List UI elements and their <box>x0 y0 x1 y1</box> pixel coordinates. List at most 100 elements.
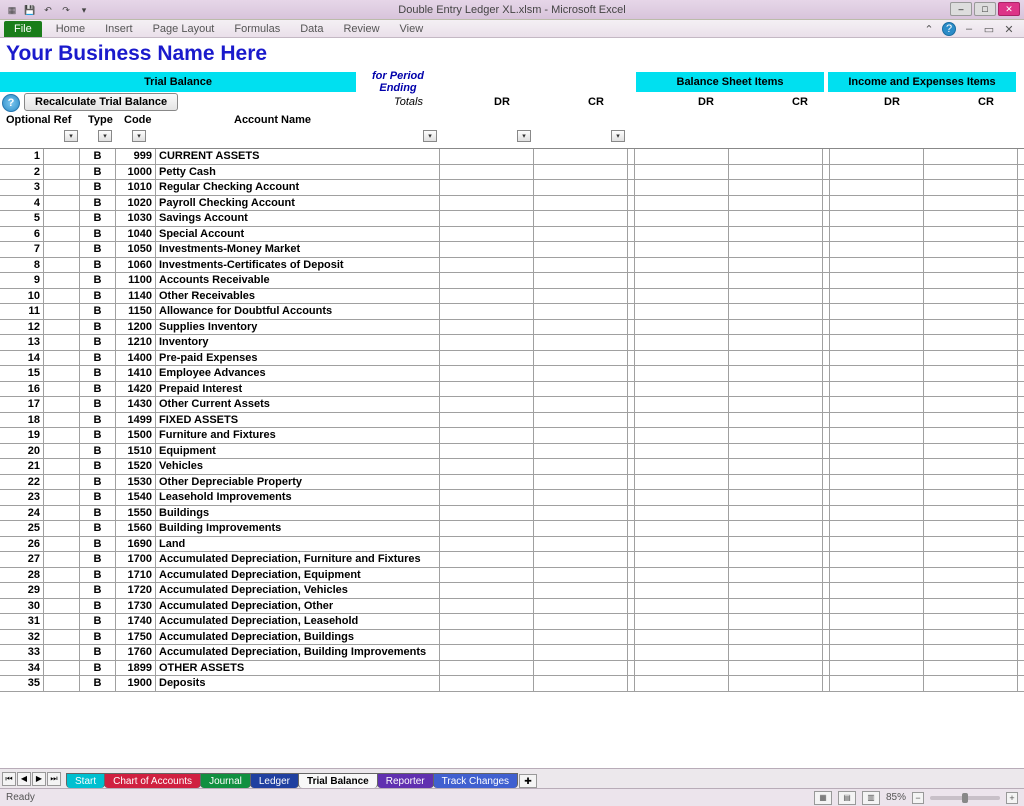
cell-type[interactable]: B <box>80 475 116 490</box>
cell-cr[interactable] <box>534 242 628 257</box>
cell-code[interactable]: 1899 <box>116 661 156 676</box>
save-icon[interactable]: 💾 <box>22 2 38 18</box>
cell-bs-cr[interactable] <box>729 568 823 583</box>
cell-dr[interactable] <box>440 537 534 552</box>
cell-account-name[interactable]: FIXED ASSETS <box>156 413 440 428</box>
cell-code[interactable]: 1520 <box>116 459 156 474</box>
undo-icon[interactable]: ↶ <box>40 2 56 18</box>
cell-ref[interactable] <box>44 490 80 505</box>
ribbon-tab-pagelayout[interactable]: Page Layout <box>143 21 225 37</box>
cell-bs-dr[interactable] <box>635 242 729 257</box>
cell-ref[interactable] <box>44 366 80 381</box>
cell-bs-dr[interactable] <box>635 490 729 505</box>
cell-ie-dr[interactable] <box>830 165 924 180</box>
cell-account-name[interactable]: Petty Cash <box>156 165 440 180</box>
cell-ie-cr[interactable] <box>924 552 1018 567</box>
cell-type[interactable]: B <box>80 196 116 211</box>
ribbon-tab-view[interactable]: View <box>390 21 434 37</box>
cell-bs-cr[interactable] <box>729 258 823 273</box>
cell-bs-dr[interactable] <box>635 165 729 180</box>
cell-bs-cr[interactable] <box>729 180 823 195</box>
cell-ie-cr[interactable] <box>924 506 1018 521</box>
table-row[interactable]: 21B1520Vehicles <box>0 459 1024 475</box>
worksheet[interactable]: Your Business Name Here Trial Balance fo… <box>0 38 1024 768</box>
cell-type[interactable]: B <box>80 645 116 660</box>
cell-bs-cr[interactable] <box>729 227 823 242</box>
cell-ie-cr[interactable] <box>924 273 1018 288</box>
sheet-tab-start[interactable]: Start <box>66 773 105 788</box>
cell-type[interactable]: B <box>80 413 116 428</box>
table-row[interactable]: 27B1700Accumulated Depreciation, Furnitu… <box>0 552 1024 568</box>
zoom-in-icon[interactable]: + <box>1006 792 1018 804</box>
cell-bs-cr[interactable] <box>729 149 823 164</box>
cell-cr[interactable] <box>534 475 628 490</box>
tab-nav-first-icon[interactable]: ⏮ <box>2 772 16 786</box>
cell-account-name[interactable]: Deposits <box>156 676 440 691</box>
cell-ie-cr[interactable] <box>924 645 1018 660</box>
cell-code[interactable]: 1760 <box>116 645 156 660</box>
cell-account-name[interactable]: Accumulated Depreciation, Buildings <box>156 630 440 645</box>
cell-account-name[interactable]: Accumulated Depreciation, Furniture and … <box>156 552 440 567</box>
cell-bs-cr[interactable] <box>729 537 823 552</box>
cell-type[interactable]: B <box>80 599 116 614</box>
view-pagebreak-icon[interactable]: ▥ <box>862 791 880 805</box>
cell-dr[interactable] <box>440 180 534 195</box>
cell-type[interactable]: B <box>80 583 116 598</box>
cell-code[interactable]: 1050 <box>116 242 156 257</box>
cell-ie-dr[interactable] <box>830 428 924 443</box>
cell-bs-dr[interactable] <box>635 196 729 211</box>
cell-ie-cr[interactable] <box>924 537 1018 552</box>
table-row[interactable]: 11B1150Allowance for Doubtful Accounts <box>0 304 1024 320</box>
table-row[interactable]: 3B1010Regular Checking Account <box>0 180 1024 196</box>
cell-account-name[interactable]: Inventory <box>156 335 440 350</box>
sheet-tab-trial-balance[interactable]: Trial Balance <box>298 773 378 788</box>
cell-cr[interactable] <box>534 196 628 211</box>
cell-ie-dr[interactable] <box>830 506 924 521</box>
cell-account-name[interactable]: Accumulated Depreciation, Other <box>156 599 440 614</box>
cell-dr[interactable] <box>440 273 534 288</box>
cell-ie-cr[interactable] <box>924 614 1018 629</box>
cell-dr[interactable] <box>440 351 534 366</box>
cell-bs-cr[interactable] <box>729 320 823 335</box>
cell-ref[interactable] <box>44 165 80 180</box>
cell-bs-dr[interactable] <box>635 304 729 319</box>
cell-ref[interactable] <box>44 382 80 397</box>
table-row[interactable]: 26B1690Land <box>0 537 1024 553</box>
table-row[interactable]: 20B1510Equipment <box>0 444 1024 460</box>
help-question-icon[interactable]: ? <box>2 94 20 112</box>
cell-type[interactable]: B <box>80 568 116 583</box>
cell-account-name[interactable]: Other Current Assets <box>156 397 440 412</box>
cell-type[interactable]: B <box>80 459 116 474</box>
table-row[interactable]: 12B1200Supplies Inventory <box>0 320 1024 336</box>
cell-ie-dr[interactable] <box>830 661 924 676</box>
cell-dr[interactable] <box>440 630 534 645</box>
cell-cr[interactable] <box>534 149 628 164</box>
zoom-level[interactable]: 85% <box>886 792 906 803</box>
cell-ref[interactable] <box>44 599 80 614</box>
cell-code[interactable]: 1430 <box>116 397 156 412</box>
cell-bs-cr[interactable] <box>729 552 823 567</box>
cell-bs-dr[interactable] <box>635 320 729 335</box>
cell-code[interactable]: 1200 <box>116 320 156 335</box>
new-sheet-icon[interactable]: ✚ <box>519 774 537 788</box>
workbook-close-icon[interactable]: ✕ <box>1002 22 1016 36</box>
table-row[interactable]: 9B1100Accounts Receivable <box>0 273 1024 289</box>
cell-type[interactable]: B <box>80 444 116 459</box>
cell-ie-dr[interactable] <box>830 273 924 288</box>
cell-ie-cr[interactable] <box>924 413 1018 428</box>
cell-bs-dr[interactable] <box>635 583 729 598</box>
cell-ref[interactable] <box>44 506 80 521</box>
cell-type[interactable]: B <box>80 180 116 195</box>
cell-code[interactable]: 1750 <box>116 630 156 645</box>
cell-dr[interactable] <box>440 475 534 490</box>
cell-ie-cr[interactable] <box>924 258 1018 273</box>
table-row[interactable]: 24B1550Buildings <box>0 506 1024 522</box>
cell-cr[interactable] <box>534 614 628 629</box>
cell-bs-cr[interactable] <box>729 676 823 691</box>
cell-code[interactable]: 1900 <box>116 676 156 691</box>
cell-bs-cr[interactable] <box>729 475 823 490</box>
cell-bs-cr[interactable] <box>729 165 823 180</box>
cell-ie-cr[interactable] <box>924 599 1018 614</box>
cell-bs-dr[interactable] <box>635 428 729 443</box>
cell-cr[interactable] <box>534 506 628 521</box>
